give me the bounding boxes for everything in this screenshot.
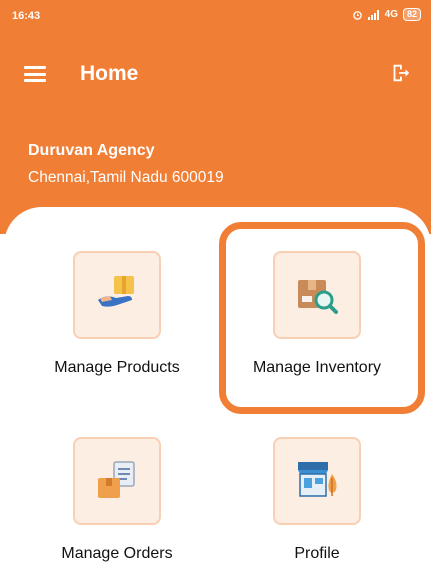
hand-package-icon <box>98 276 134 307</box>
manage-inventory-label: Manage Inventory <box>252 359 382 376</box>
store-profile-icon <box>298 462 337 497</box>
network-type: 4G <box>384 9 398 20</box>
manage-inventory-icon-box <box>273 251 361 339</box>
agency-name: Duruvan Agency <box>28 142 155 159</box>
page-title: Home <box>80 62 139 85</box>
status-icons: 4G 82 <box>352 8 421 21</box>
agency-address: Chennai,Tamil Nadu 600019 <box>28 169 224 186</box>
profile-icon-box <box>273 437 361 525</box>
manage-products-icon-box <box>73 251 161 339</box>
signal-icon <box>367 9 379 20</box>
profile-label: Profile <box>294 545 340 562</box>
manage-orders-icon-box <box>73 437 161 525</box>
status-bar: 16:43 4G 82 <box>0 0 431 34</box>
manage-products-label: Manage Products <box>54 359 180 376</box>
alarm-icon <box>352 11 362 20</box>
orders-box-icon <box>98 461 135 498</box>
app-bar: Home <box>0 34 431 124</box>
status-time: 16:43 <box>12 10 41 22</box>
manage-orders-tile[interactable]: Manage Orders <box>22 437 212 563</box>
manage-orders-label: Manage Orders <box>61 545 173 562</box>
hamburger-menu-icon[interactable] <box>24 66 46 82</box>
manage-products-tile[interactable]: Manage Products <box>22 251 212 377</box>
profile-tile[interactable]: Profile <box>222 437 412 563</box>
manage-inventory-tile[interactable]: Manage Inventory <box>222 251 412 377</box>
logout-icon[interactable] <box>389 62 411 84</box>
battery-indicator: 82 <box>402 8 421 21</box>
inventory-search-icon <box>298 280 338 314</box>
